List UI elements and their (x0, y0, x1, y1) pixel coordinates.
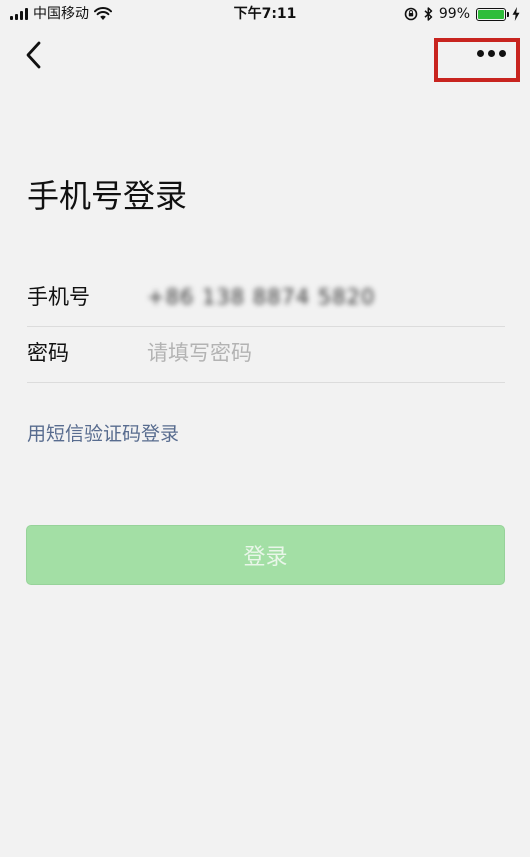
password-label: 密码 (27, 341, 69, 365)
charging-icon (512, 7, 520, 21)
phone-number-value[interactable]: +86 138 8874 5820 (147, 282, 375, 312)
password-row: 密码 (27, 326, 505, 383)
battery-percent: 99% (438, 6, 470, 22)
chevron-left-icon (26, 41, 41, 69)
sms-code-login-link[interactable]: 用短信验证码登录 (27, 420, 179, 448)
status-bar: 中国移动 下午7:11 99% (0, 0, 530, 28)
phone-row: 手机号 +86 138 8874 5820 (27, 270, 505, 327)
login-button[interactable]: 登录 (26, 525, 505, 585)
password-input[interactable] (147, 336, 487, 370)
bluetooth-icon (424, 7, 433, 21)
login-screen: 中国移动 下午7:11 99% 手机号登录 手机号 +86 138 8874 5… (0, 0, 530, 857)
status-right: 99% (404, 4, 520, 24)
more-options-button[interactable] (434, 38, 520, 82)
battery-icon (476, 7, 509, 21)
phone-label: 手机号 (27, 285, 90, 309)
battery-level (478, 9, 504, 19)
page-title: 手机号登录 (27, 177, 188, 215)
orientation-lock-icon (404, 7, 418, 21)
more-horizontal-icon (477, 50, 506, 57)
back-button[interactable] (18, 38, 48, 72)
